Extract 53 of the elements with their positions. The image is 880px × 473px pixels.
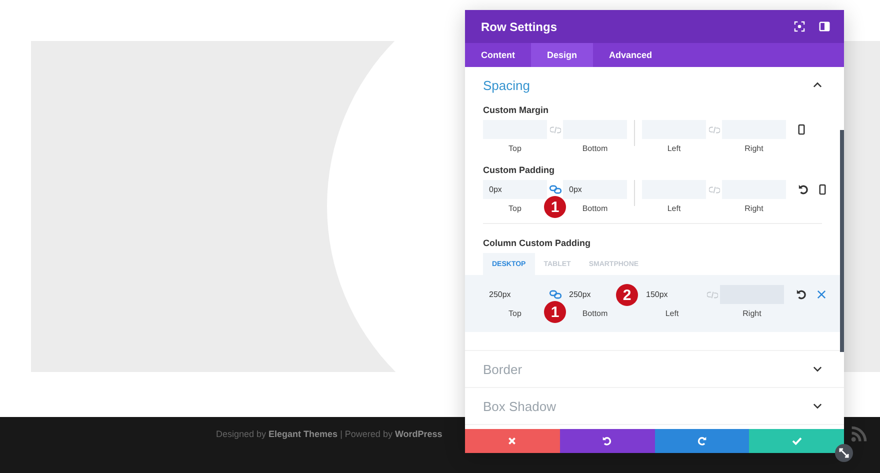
footer-credit: Designed by Elegant Themes | Powered by WordPress: [216, 429, 442, 439]
step-marker: 1: [544, 196, 566, 218]
redo-button[interactable]: [654, 429, 750, 453]
field-caption: Right: [744, 204, 764, 213]
unlink-icon[interactable]: [708, 186, 720, 194]
window-title: Row Settings: [481, 20, 558, 34]
check-icon: [792, 437, 802, 445]
input-field[interactable]: 0px: [483, 180, 547, 199]
scrollbar[interactable]: [840, 130, 844, 352]
group-label: Column Custom Padding: [483, 238, 592, 248]
undo-icon: [602, 436, 612, 446]
undo-button[interactable]: [560, 429, 654, 453]
input-field[interactable]: 0px: [563, 180, 627, 199]
field-caption: Right: [742, 309, 762, 318]
chevron-down-icon[interactable]: [813, 403, 822, 409]
step-marker: 2: [616, 284, 638, 306]
phone-icon[interactable]: [798, 124, 805, 135]
input-field[interactable]: 250px: [563, 285, 613, 304]
field-caption: Bottom: [582, 144, 608, 153]
link-icon[interactable]: [548, 290, 562, 299]
close-icon: [508, 437, 516, 445]
field-caption: Left: [665, 309, 679, 318]
phone-icon[interactable]: [819, 184, 826, 195]
field-caption: Bottom: [582, 309, 608, 318]
field-caption: Right: [744, 144, 764, 153]
input-field[interactable]: 250px: [483, 285, 533, 304]
reset-icon[interactable]: [796, 289, 807, 300]
input-field[interactable]: 150px: [640, 285, 690, 304]
unlink-icon[interactable]: [708, 126, 720, 134]
field-caption: Top: [508, 144, 522, 153]
sidebar-icon[interactable]: [819, 21, 830, 32]
tab[interactable]: Advanced: [593, 43, 668, 67]
reset-icon[interactable]: [798, 184, 809, 195]
field-caption: Left: [667, 144, 681, 153]
redo-icon: [696, 436, 707, 446]
chevron-up-icon[interactable]: [813, 82, 822, 88]
field-caption: Bottom: [582, 204, 608, 213]
close-icon[interactable]: [817, 290, 826, 299]
tab[interactable]: Design: [531, 43, 594, 67]
field-caption: Top: [508, 309, 522, 318]
group-label: Custom Padding: [483, 165, 556, 175]
chevron-down-icon[interactable]: [813, 366, 822, 372]
section-title[interactable]: Spacing: [483, 78, 530, 92]
group-label: Custom Margin: [483, 105, 550, 115]
unlink-icon[interactable]: [706, 290, 718, 298]
field-caption: Top: [508, 204, 522, 213]
unlink-icon[interactable]: [550, 126, 560, 134]
focus-icon[interactable]: [794, 21, 805, 32]
link-icon[interactable]: [548, 185, 562, 194]
step-marker: 1: [544, 301, 566, 323]
tab[interactable]: Content: [465, 43, 531, 67]
resize-icon[interactable]: [835, 444, 853, 462]
field-caption: Left: [667, 204, 681, 213]
